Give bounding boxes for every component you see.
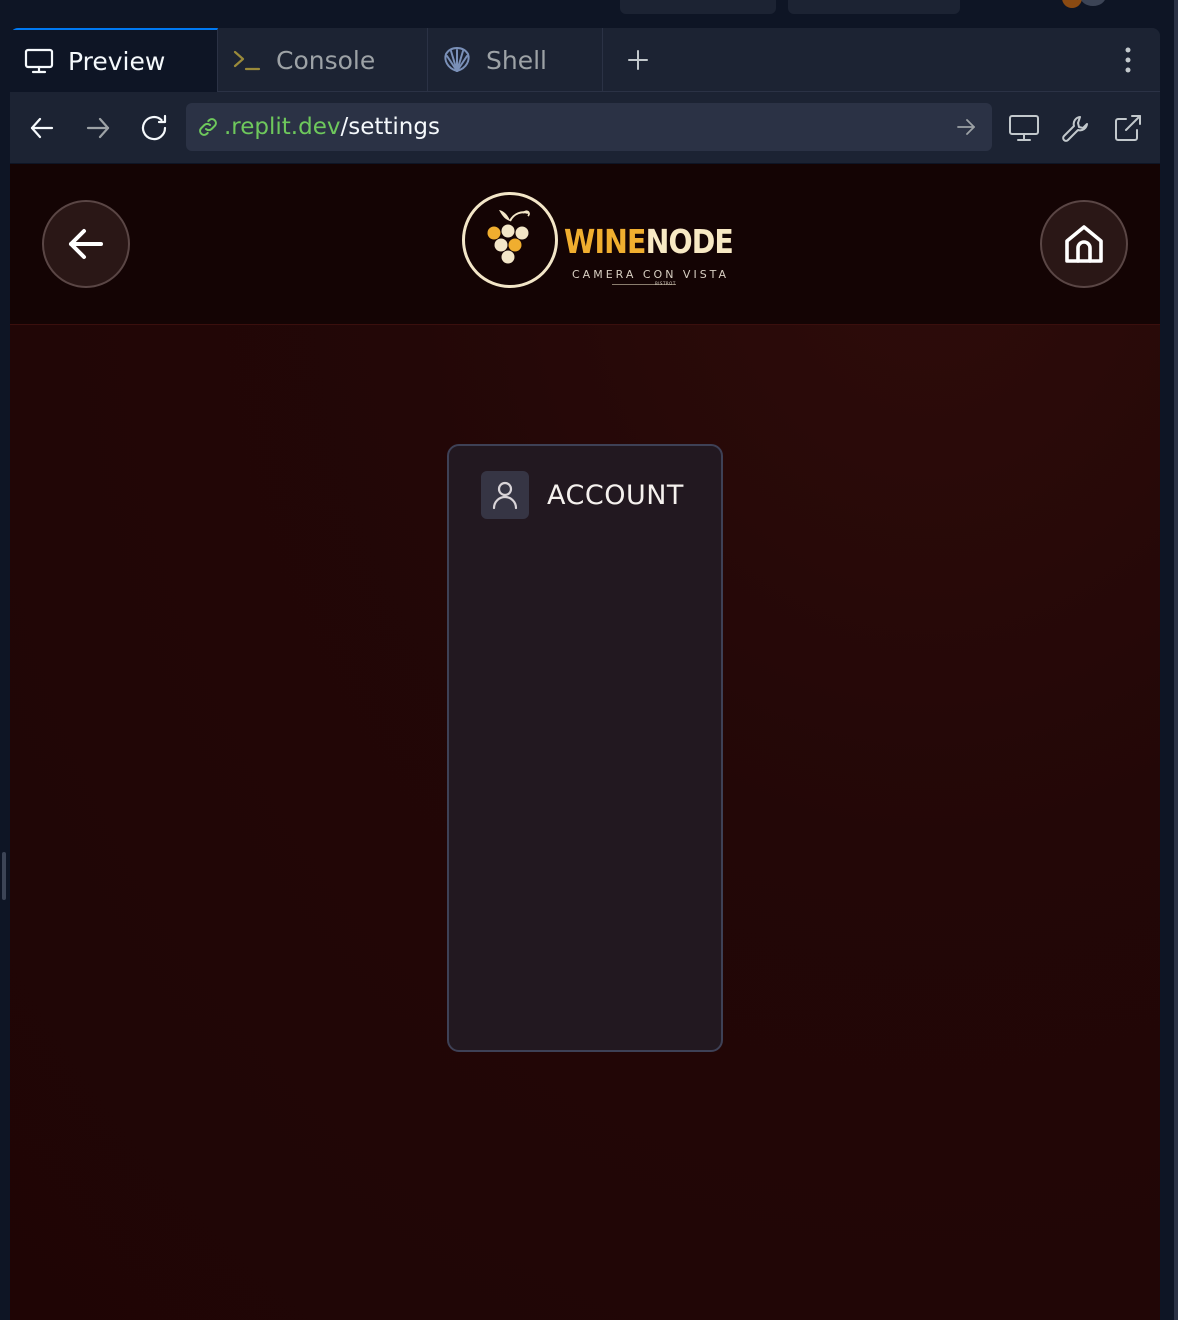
top-toolbar-pill[interactable] (788, 0, 960, 14)
user-avatar[interactable] (1062, 0, 1082, 8)
open-new-tab-button[interactable] (1110, 110, 1146, 146)
tab-label: Console (276, 45, 376, 75)
workspace-tabbar: Preview Console Shell (10, 28, 1160, 92)
tab-menu-button[interactable] (1116, 44, 1140, 76)
devtools-button[interactable] (1058, 110, 1094, 146)
brand-word-secondary: NODE (645, 222, 734, 261)
app-header: WINENODE CAMERA CON VISTA BISTROT (10, 164, 1160, 325)
external-link-icon (1115, 115, 1141, 141)
tab-shell[interactable]: Shell (428, 28, 603, 92)
tab-console[interactable]: Console (218, 28, 428, 92)
tab-label: Shell (486, 45, 547, 75)
url-go-button[interactable] (954, 115, 978, 139)
user-icon (481, 471, 529, 519)
reload-button[interactable] (136, 110, 172, 146)
shell-icon (442, 46, 472, 74)
app-home-button[interactable] (1040, 200, 1128, 288)
arrow-left-icon (69, 229, 103, 259)
link-icon (196, 115, 220, 139)
url-text: .replit.dev/settings (224, 114, 440, 140)
plus-icon (628, 50, 648, 70)
top-toolbar-pill[interactable] (620, 0, 776, 14)
arrow-left-icon (30, 117, 54, 139)
brand-logo[interactable]: WINENODE CAMERA CON VISTA BISTROT (462, 192, 742, 292)
settings-account-card[interactable]: ACCOUNT (447, 444, 723, 1052)
browser-toolbar: .replit.dev/settings (10, 92, 1160, 164)
scrollbar-edge (1174, 0, 1178, 1320)
monitor-icon (1009, 115, 1039, 141)
arrow-right-icon (957, 119, 975, 135)
more-vertical-icon (1125, 47, 1131, 73)
grapes-icon (462, 192, 558, 288)
terminal-icon (232, 47, 262, 73)
app-viewport: WINENODE CAMERA CON VISTA BISTROT ACCOUN… (10, 164, 1160, 1320)
brand-word-primary: WINE (564, 222, 646, 261)
arrow-right-icon (86, 117, 110, 139)
brand-tagline: CAMERA CON VISTA (572, 268, 730, 281)
brand-wordmark: WINENODE (564, 222, 734, 261)
refresh-icon (141, 114, 167, 141)
device-view-button[interactable] (1006, 110, 1042, 146)
ide-top-strip (0, 0, 1178, 28)
add-tab-button[interactable] (622, 44, 654, 76)
url-path: /settings (340, 114, 440, 140)
back-button[interactable] (24, 110, 60, 146)
preview-pane: Preview Console Shell .replit.dev/settin… (10, 28, 1160, 1320)
monitor-icon (24, 47, 54, 75)
brand-tiny-text: BISTROT (655, 281, 676, 286)
tab-label: Preview (68, 46, 166, 76)
wrench-icon (1062, 116, 1088, 142)
url-host: .replit.dev (224, 114, 341, 140)
user-avatar-secondary[interactable] (1080, 0, 1106, 6)
forward-button[interactable] (80, 110, 116, 146)
app-back-button[interactable] (42, 200, 130, 288)
card-title: ACCOUNT (547, 479, 684, 511)
resize-handle[interactable] (2, 852, 6, 900)
url-bar[interactable]: .replit.dev/settings (186, 103, 992, 151)
card-header: ACCOUNT (481, 470, 684, 520)
tab-preview[interactable]: Preview (10, 28, 218, 92)
home-icon (1065, 225, 1103, 263)
